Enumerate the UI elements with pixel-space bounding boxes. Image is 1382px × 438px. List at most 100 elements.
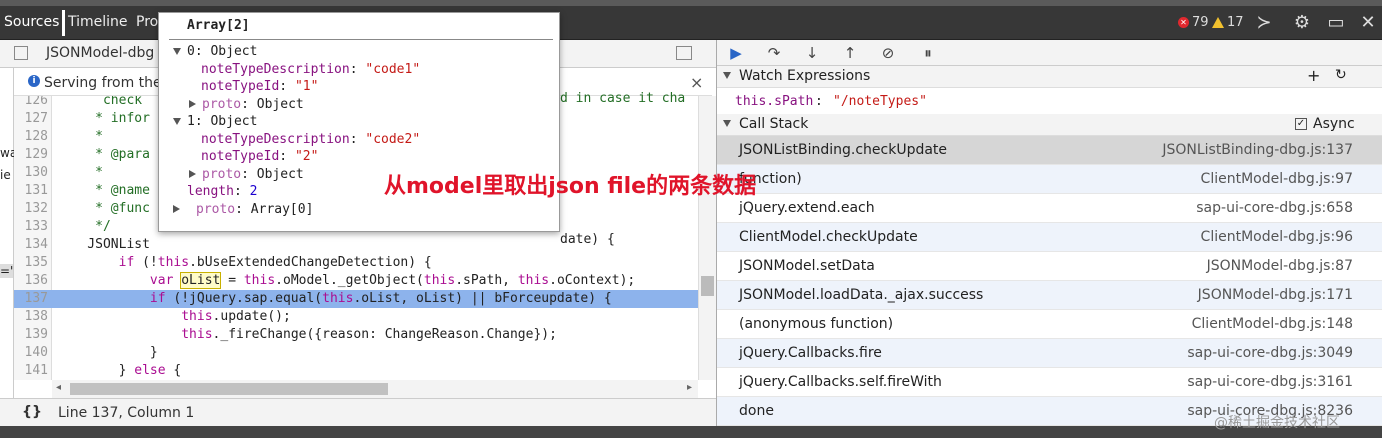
scroll-right-icon[interactable]: ▸	[687, 382, 692, 393]
code-line[interactable]: 135 if (!this.bUseExtendedChangeDetectio…	[14, 254, 698, 272]
pause-on-exceptions-icon[interactable]: ⏸	[917, 43, 939, 63]
tree-item-0[interactable]: 0: Object	[173, 43, 257, 60]
error-icon: ✕	[1178, 17, 1189, 28]
scroll-left-icon[interactable]: ◂	[56, 382, 61, 393]
watch-expression-row[interactable]: this.sPath : "/noteTypes"	[717, 90, 1382, 114]
call-frame[interactable]: function) ClientModel-dbg.js:97	[717, 165, 1382, 194]
property-value: : Object	[241, 167, 304, 182]
call-frame[interactable]: jQuery.extend.each sap-ui-core-dbg.js:658	[717, 194, 1382, 223]
line-number[interactable]: 136	[14, 272, 48, 290]
tab-sources[interactable]: Sources	[4, 14, 59, 30]
line-number[interactable]: 130	[14, 164, 48, 182]
line-number[interactable]: 127	[14, 110, 48, 128]
scroll-thumb[interactable]	[701, 276, 714, 296]
line-number[interactable]: 140	[14, 344, 48, 362]
property-key: noteTypeId	[201, 149, 280, 164]
watch-value: "/noteTypes"	[833, 94, 927, 109]
warning-counter[interactable]: 17	[1212, 15, 1244, 30]
frame-location: sap-ui-core-dbg.js:658	[1196, 200, 1353, 216]
line-number[interactable]: 128	[14, 128, 48, 146]
proto-row[interactable]: proto: Object	[189, 96, 304, 113]
line-number[interactable]: 131	[14, 182, 48, 200]
line-number[interactable]: 129	[14, 146, 48, 164]
step-over-icon[interactable]: ↷	[763, 43, 785, 63]
line-number[interactable]: 138	[14, 308, 48, 326]
async-checkbox[interactable]: ✓	[1295, 118, 1307, 130]
call-frame[interactable]: jQuery.Callbacks.fire sap-ui-core-dbg.js:…	[717, 339, 1382, 368]
code-line[interactable]: 138 this.update();	[14, 308, 698, 326]
line-number[interactable]: 141	[14, 362, 48, 380]
line-number[interactable]: 133	[14, 218, 48, 236]
code-text: * infor	[95, 111, 150, 126]
info-icon: i	[28, 75, 40, 87]
sidebar-toggle-icon[interactable]	[14, 46, 28, 60]
debugger-toggle-icon[interactable]	[676, 46, 692, 60]
devtools-window: Sources Timeline Pro ✕ 79 17 ≻ ⚙ ▭ ✕ JSON…	[0, 0, 1382, 438]
expand-triangle-icon	[723, 72, 731, 79]
resume-icon[interactable]: ▶	[725, 43, 747, 63]
code-line[interactable]: 137 if (!jQuery.sap.equal(this.oList, oL…	[14, 290, 698, 308]
gear-icon[interactable]: ⚙	[1290, 11, 1314, 35]
step-out-icon[interactable]: ↑	[839, 43, 861, 63]
horizontal-scrollbar[interactable]: ◂ ▸	[52, 380, 698, 398]
call-frame[interactable]: jQuery.Callbacks.self.fireWith sap-ui-cor…	[717, 368, 1382, 397]
line-number[interactable]: 135	[14, 254, 48, 272]
proto-row[interactable]: proto: Object	[189, 166, 304, 183]
code-line[interactable]: 136 var oList = this.oModel._getObject(t…	[14, 272, 698, 290]
step-into-icon[interactable]: ↓	[801, 43, 823, 63]
info-close-button[interactable]: ×	[690, 73, 703, 92]
frame-function: JSONModel.setData	[739, 258, 875, 274]
vertical-scrollbar[interactable]	[698, 96, 716, 380]
call-frame[interactable]: JSONModel.loadData._ajax.success JSONMode…	[717, 281, 1382, 310]
file-tab[interactable]: JSONModel-dbg	[46, 45, 154, 61]
close-icon[interactable]: ✕	[1356, 11, 1380, 35]
tree-item-1[interactable]: 1: Object	[173, 113, 257, 130]
deactivate-breakpoints-icon[interactable]: ⊘	[877, 43, 899, 63]
add-icon[interactable]: +	[1307, 66, 1320, 85]
code-text: check	[102, 96, 143, 108]
frame-location: JSONModel-dbg.js:171	[1197, 287, 1353, 303]
line-number[interactable]: 139	[14, 326, 48, 344]
code-line[interactable]: 139 this._fireChange({reason: ChangeReas…	[14, 326, 698, 344]
tab-timeline[interactable]: Timeline	[68, 14, 128, 30]
warning-icon	[1212, 17, 1224, 28]
call-stack-header[interactable]: Call Stack ✓ Async	[717, 114, 1382, 136]
popover-title: Array[2]	[187, 18, 250, 33]
section-title: Watch Expressions	[739, 68, 871, 84]
error-counter[interactable]: ✕ 79	[1178, 15, 1209, 30]
property-value: "1"	[294, 79, 319, 94]
line-number[interactable]: 134	[14, 236, 48, 254]
watch-colon: :	[815, 94, 823, 109]
line-number[interactable]: 137	[14, 290, 48, 308]
tree-label: 1: Object	[187, 114, 258, 129]
watch-expressions-header[interactable]: Watch Expressions + ↻	[717, 66, 1382, 88]
call-frame[interactable]: (anonymous function) ClientModel-dbg.js:1…	[717, 310, 1382, 339]
annotation-text: 从model里取出json file的两条数据	[384, 174, 757, 199]
call-frame[interactable]: ClientModel.checkUpdate ClientModel-dbg.j…	[717, 223, 1382, 252]
pretty-print-button[interactable]: {}	[22, 404, 42, 420]
line-number[interactable]: 132	[14, 200, 48, 218]
refresh-icon[interactable]: ↻	[1335, 67, 1347, 83]
code-text: * @func	[95, 201, 150, 216]
property-value: : Array[0]	[235, 202, 314, 217]
frame-location: ClientModel-dbg.js:97	[1200, 171, 1353, 187]
scroll-thumb[interactable]	[70, 383, 388, 395]
tab-profiles[interactable]: Pro	[136, 14, 158, 30]
property-key: noteTypeDescription	[201, 132, 350, 147]
property-key: length	[187, 184, 234, 199]
expand-triangle-icon	[723, 120, 731, 127]
proto-row[interactable]: proto: Array[0]	[173, 201, 313, 218]
section-title: Call Stack	[739, 116, 809, 132]
dock-icon[interactable]: ▭	[1324, 11, 1348, 35]
code-line[interactable]: 141 } else {	[14, 362, 698, 380]
console-drawer-icon[interactable]: ≻	[1252, 11, 1276, 35]
property-value: "code1"	[365, 62, 421, 77]
code-text: * @name	[95, 183, 150, 198]
call-frame[interactable]: JSONListBinding.checkUpdate JSONListBindi…	[717, 136, 1382, 165]
call-frame[interactable]: JSONModel.setData JSONModel-dbg.js:87	[717, 252, 1382, 281]
line-number[interactable]: 126	[14, 96, 48, 110]
frame-function: jQuery.extend.each	[739, 200, 875, 216]
property-row: noteTypeDescription: "code2"	[201, 132, 421, 147]
code-text: }	[56, 345, 158, 360]
code-line[interactable]: 140 }	[14, 344, 698, 362]
